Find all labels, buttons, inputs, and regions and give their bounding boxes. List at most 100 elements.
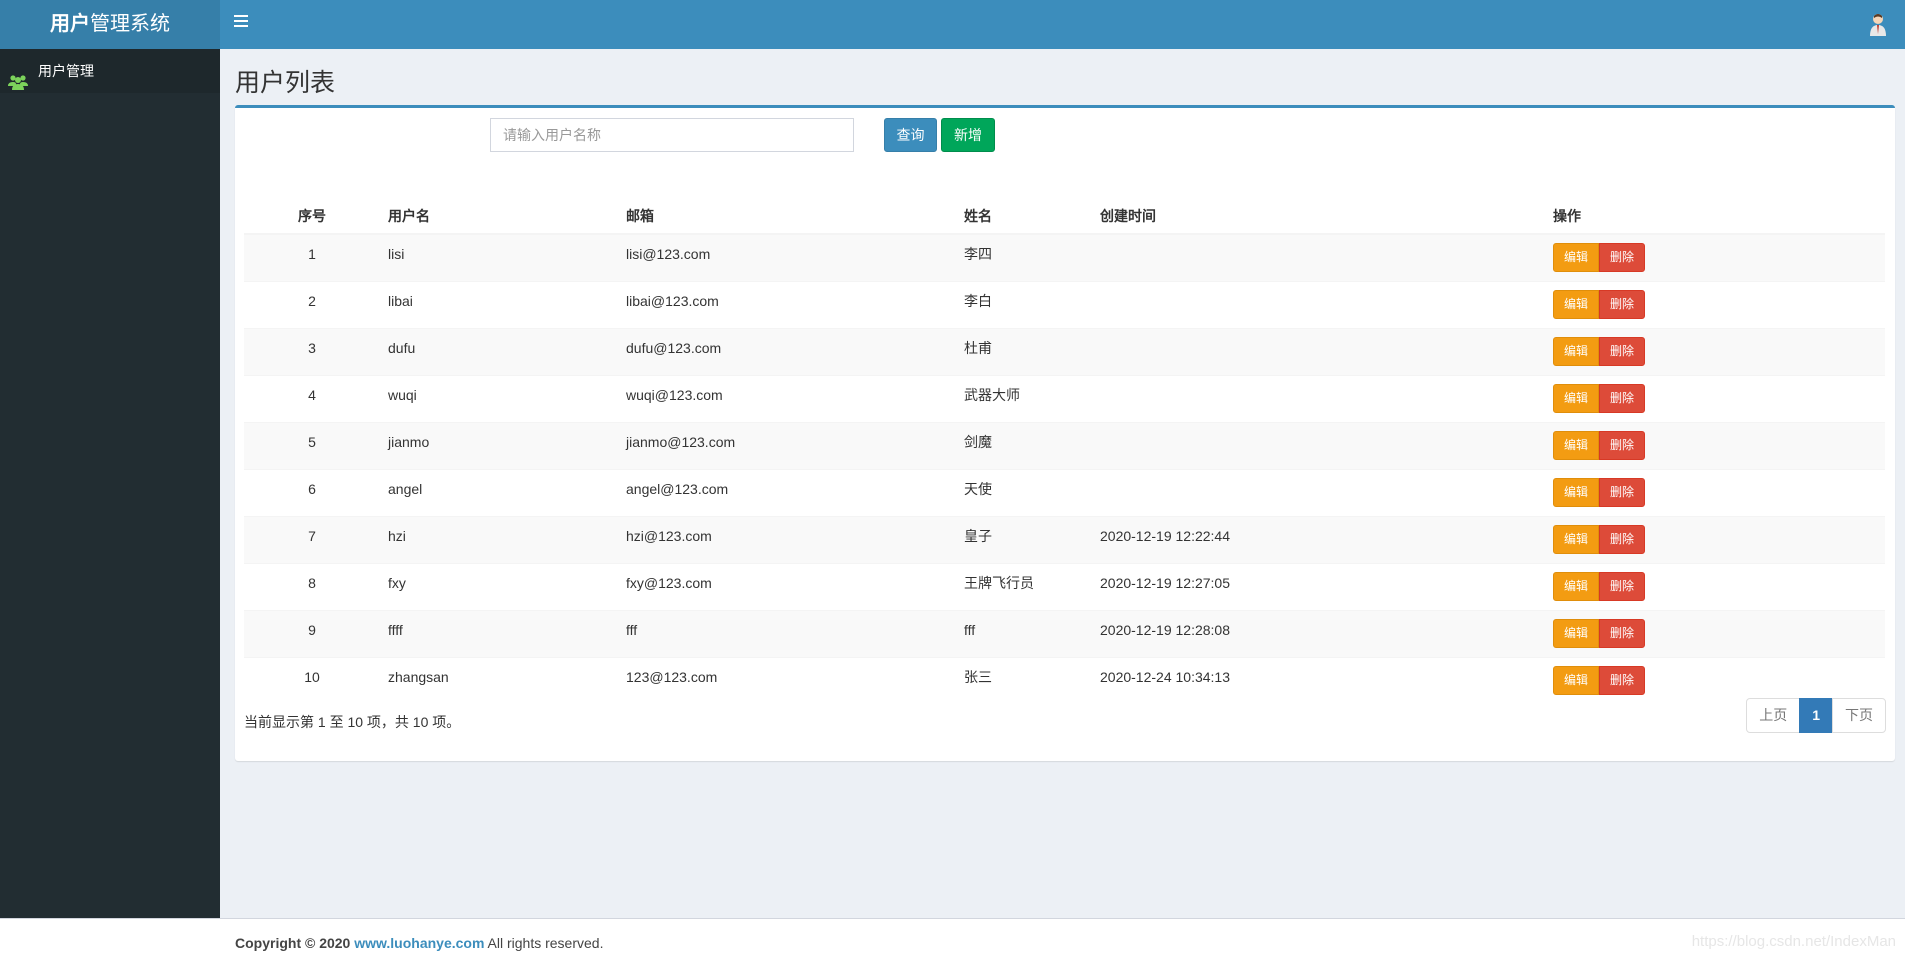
cell-created: 2020-12-19 12:28:08 — [1092, 609, 1545, 657]
delete-button[interactable]: 删除 — [1599, 478, 1645, 507]
cell-username: fxy — [380, 562, 618, 610]
edit-button[interactable]: 编辑 — [1553, 478, 1599, 507]
table-row: 9 ffff fff fff 2020-12-19 12:28:08 编辑 删除 — [244, 609, 1885, 657]
cell-index: 4 — [244, 374, 380, 422]
column-header-index[interactable]: 序号 — [244, 199, 380, 235]
cell-name: 张三 — [956, 656, 1092, 704]
user-list-box: 查询 新增 序号 用户名 邮箱 姓名 创建时间 操作 1lisilisi@123… — [235, 105, 1895, 761]
top-navbar: 用户管理系统 — [0, 0, 1905, 49]
column-header-created[interactable]: 创建时间 — [1092, 199, 1545, 235]
delete-button[interactable]: 删除 — [1599, 384, 1645, 413]
table-row: 4 wuqi wuqi@123.com 武器大师 编辑 删除 — [244, 374, 1885, 422]
edit-button[interactable]: 编辑 — [1553, 525, 1599, 554]
cell-created — [1092, 374, 1545, 422]
delete-button[interactable]: 删除 — [1599, 525, 1645, 554]
cell-actions: 编辑 删除 — [1545, 421, 1885, 469]
cell-actions: 编辑 删除 — [1545, 656, 1885, 704]
sidebar-item-user-management[interactable]: 用户管理 — [0, 49, 220, 93]
delete-button[interactable]: 删除 — [1599, 619, 1645, 648]
cell-created — [1092, 233, 1545, 281]
cell-name: 杜甫 — [956, 327, 1092, 375]
edit-button[interactable]: 编辑 — [1553, 666, 1599, 696]
edit-button[interactable]: 编辑 — [1553, 384, 1599, 413]
cell-email: hzi@123.com — [618, 515, 956, 563]
menu-toggle-icon[interactable] — [234, 15, 248, 29]
cell-email: libai@123.com — [618, 280, 956, 328]
app-logo[interactable]: 用户管理系统 — [0, 0, 220, 49]
cell-index: 10 — [244, 656, 380, 704]
page-title: 用户列表 — [235, 69, 336, 97]
add-user-button[interactable]: 新增 — [941, 118, 995, 152]
table-row: 8 fxy fxy@123.com 王牌飞行员 2020-12-19 12:27:05 编… — [244, 562, 1885, 610]
pagination: 上页 1 下页 — [1746, 698, 1886, 733]
column-header-actions: 操作 — [1545, 199, 1885, 235]
edit-button[interactable]: 编辑 — [1553, 572, 1599, 601]
table-header-row: 序号 用户名 邮箱 姓名 创建时间 操作 — [244, 199, 1885, 235]
next-page-button[interactable]: 下页 — [1832, 698, 1886, 733]
pagination-info: 当前显示第 1 至 10 项，共 10 项。 — [244, 714, 461, 730]
cell-email: 123@123.com — [618, 656, 956, 704]
cell-created — [1092, 280, 1545, 328]
column-header-email[interactable]: 邮箱 — [618, 199, 956, 235]
cell-actions: 编辑 删除 — [1545, 515, 1885, 563]
footer-site-link[interactable]: www.luohanye.com — [354, 935, 484, 951]
edit-button[interactable]: 编辑 — [1553, 619, 1599, 648]
cell-index: 5 — [244, 421, 380, 469]
cell-index: 8 — [244, 562, 380, 610]
cell-username: hzi — [380, 515, 618, 563]
edit-button[interactable]: 编辑 — [1553, 337, 1599, 366]
delete-button[interactable]: 删除 — [1599, 337, 1645, 366]
cell-created: 2020-12-24 10:34:13 — [1092, 656, 1545, 704]
user-table: 序号 用户名 邮箱 姓名 创建时间 操作 1 lisi lisi@123.com 李四… — [244, 199, 1885, 704]
cell-email: dufu@123.com — [618, 327, 956, 375]
cell-name: 剑魔 — [956, 421, 1092, 469]
edit-button[interactable]: 编辑 — [1553, 290, 1599, 319]
cell-name: 李四 — [956, 233, 1092, 281]
footer-copyright: Copyright © 2020 www.luohanye.com All ri… — [235, 935, 604, 951]
column-header-name[interactable]: 姓名 — [956, 199, 1092, 235]
column-header-username[interactable]: 用户名 — [380, 199, 618, 235]
user-avatar-icon[interactable] — [1868, 12, 1888, 36]
cell-username: ffff — [380, 609, 618, 657]
cell-name: 李白 — [956, 280, 1092, 328]
cell-name: 皇子 — [956, 515, 1092, 563]
cell-name: 武器大师 — [956, 374, 1092, 422]
query-button[interactable]: 查询 — [884, 118, 937, 152]
cell-actions: 编辑 删除 — [1545, 280, 1885, 328]
table-row: 2 libai libai@123.com 李白 编辑 删除 — [244, 280, 1885, 328]
table-row: 10 zhangsan 123@123.com 张三 2020-12-24 10:34:… — [244, 656, 1885, 704]
page-1-button[interactable]: 1 — [1799, 698, 1833, 733]
cell-name: 王牌飞行员 — [956, 562, 1092, 610]
cell-actions: 编辑 删除 — [1545, 562, 1885, 610]
sidebar-item-label: 用户管理 — [38, 63, 94, 79]
users-icon — [8, 63, 28, 90]
cell-created — [1092, 468, 1545, 516]
cell-username: wuqi — [380, 374, 618, 422]
sidebar: 用户管理 — [0, 49, 220, 918]
cell-email: fxy@123.com — [618, 562, 956, 610]
prev-page-button[interactable]: 上页 — [1746, 698, 1801, 733]
cell-created — [1092, 327, 1545, 375]
cell-index: 1 — [244, 233, 380, 281]
cell-username: angel — [380, 468, 618, 516]
cell-index: 6 — [244, 468, 380, 516]
cell-actions: 编辑 删除 — [1545, 233, 1885, 281]
cell-name: 天使 — [956, 468, 1092, 516]
edit-button[interactable]: 编辑 — [1553, 243, 1599, 273]
table-row: 5 jianmo jianmo@123.com 剑魔 编辑 删除 — [244, 421, 1885, 469]
edit-button[interactable]: 编辑 — [1553, 431, 1599, 460]
cell-email: lisi@123.com — [618, 233, 956, 281]
delete-button[interactable]: 删除 — [1599, 572, 1645, 601]
cell-email: angel@123.com — [618, 468, 956, 516]
cell-email: wuqi@123.com — [618, 374, 956, 422]
delete-button[interactable]: 删除 — [1599, 243, 1645, 273]
cell-index: 9 — [244, 609, 380, 657]
delete-button[interactable]: 删除 — [1599, 431, 1645, 460]
csdn-watermark: https://blog.csdn.net/IndexMan — [1691, 933, 1896, 950]
table-row: 3 dufu dufu@123.com 杜甫 编辑 删除 — [244, 327, 1885, 375]
cell-index: 3 — [244, 327, 380, 375]
delete-button[interactable]: 删除 — [1599, 290, 1645, 319]
main-content: 用户列表 查询 新增 序号 用户名 邮箱 姓名 创建时间 操作 1lisilis… — [220, 49, 1905, 918]
delete-button[interactable]: 删除 — [1599, 666, 1645, 696]
username-search-input[interactable] — [490, 118, 854, 152]
